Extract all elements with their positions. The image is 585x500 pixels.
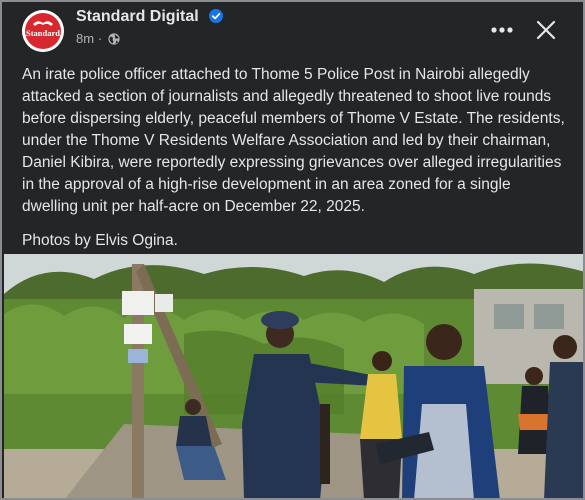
avatar-text: Standard xyxy=(26,28,60,38)
close-icon xyxy=(536,20,556,40)
meta-separator: · xyxy=(97,31,103,46)
close-button[interactable] xyxy=(530,14,562,46)
photo-credit: Photos by Elvis Ogina. xyxy=(22,232,178,249)
post-photo[interactable] xyxy=(4,254,583,498)
photo-scene xyxy=(4,254,583,498)
page-name[interactable]: Standard Digital xyxy=(76,8,199,25)
post-meta: 8m · xyxy=(76,31,120,46)
post-header: Standard Standard Digital 8m · xyxy=(2,2,583,62)
timestamp[interactable]: 8m xyxy=(76,31,94,46)
more-options-button[interactable] xyxy=(486,14,518,46)
verified-badge-icon xyxy=(209,9,224,23)
page-name-row: Standard Digital xyxy=(76,8,224,26)
post-dialog: Standard Standard Digital 8m · An irate … xyxy=(0,0,585,500)
more-options-icon xyxy=(491,27,513,33)
globe-icon[interactable] xyxy=(108,33,120,45)
caption-text: An irate police officer attached to Thom… xyxy=(22,66,565,215)
post-caption: An irate police officer attached to Thom… xyxy=(22,64,570,264)
avatar[interactable]: Standard xyxy=(22,10,64,52)
standard-logo: Standard xyxy=(22,10,64,52)
